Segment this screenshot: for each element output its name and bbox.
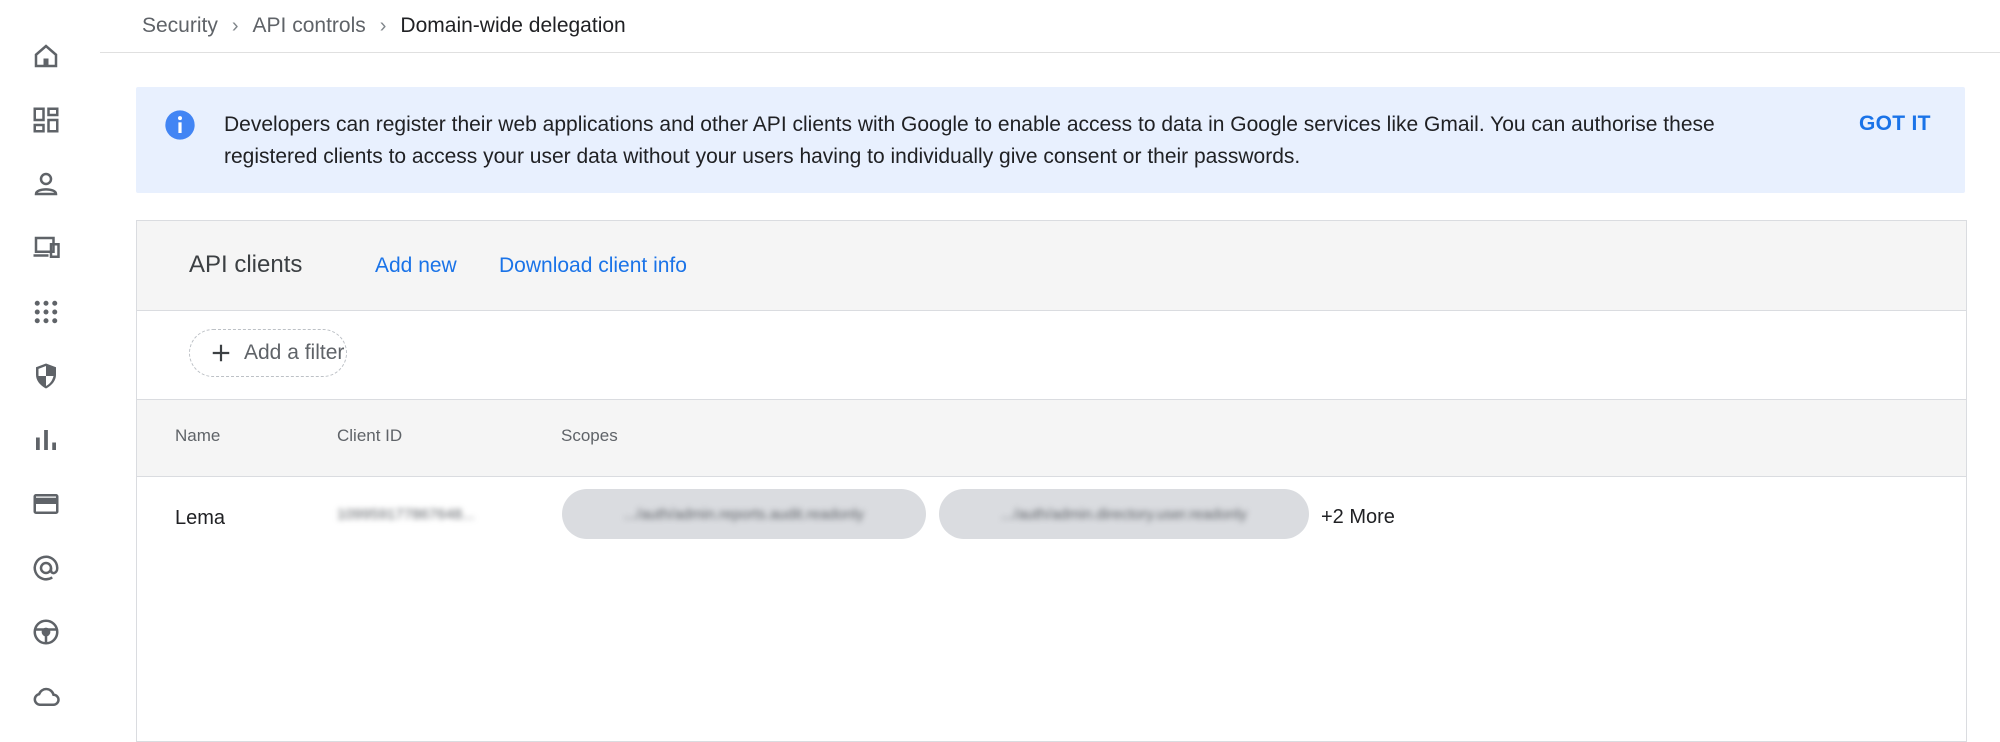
apps-grid-icon[interactable] bbox=[28, 294, 64, 330]
header-divider bbox=[100, 52, 2000, 53]
info-banner: Developers can register their web applic… bbox=[136, 87, 1965, 193]
download-client-info-link[interactable]: Download client info bbox=[499, 254, 687, 278]
chevron-right-icon: › bbox=[379, 14, 387, 37]
dashboard-icon[interactable] bbox=[28, 102, 64, 138]
client-name: Lema bbox=[175, 507, 226, 529]
reports-chart-icon[interactable] bbox=[28, 422, 64, 458]
breadcrumb-security[interactable]: Security bbox=[142, 14, 218, 38]
info-icon bbox=[165, 110, 195, 140]
scope-chip[interactable]: .../auth/admin.directory.user.readonly bbox=[939, 489, 1309, 539]
cloud-icon[interactable] bbox=[28, 678, 64, 714]
table-header: Name Client ID Scopes bbox=[137, 400, 1966, 477]
banner-line-1: Developers can register their web applic… bbox=[224, 113, 1715, 136]
scope-chip[interactable]: .../auth/admin.reports.audit.readonly bbox=[562, 489, 926, 539]
scope-chip-label: .../auth/admin.directory.user.readonly bbox=[1001, 505, 1247, 523]
column-header-scopes[interactable]: Scopes bbox=[561, 426, 618, 446]
breadcrumb: Security › API controls › Domain-wide de… bbox=[142, 12, 626, 40]
api-clients-title: API clients bbox=[189, 251, 303, 278]
user-icon[interactable] bbox=[28, 166, 64, 202]
plus-icon bbox=[212, 344, 230, 362]
more-scopes-link[interactable]: +2 More bbox=[1321, 506, 1395, 529]
filter-bar: Add a filter bbox=[137, 311, 1966, 400]
client-id-value: 109959177867648... bbox=[337, 506, 475, 523]
account-at-icon[interactable] bbox=[28, 550, 64, 586]
column-header-name[interactable]: Name bbox=[175, 426, 220, 446]
add-filter-label: Add a filter bbox=[244, 341, 345, 364]
rules-wheel-icon[interactable] bbox=[28, 614, 64, 650]
home-icon[interactable] bbox=[28, 38, 64, 74]
got-it-button[interactable]: GOT IT bbox=[1859, 112, 1931, 136]
add-filter-button[interactable]: Add a filter bbox=[189, 329, 347, 377]
api-clients-card: API clients Add new Download client info… bbox=[136, 220, 1967, 742]
table-row[interactable]: Lema 109959177867648... .../auth/admin.r… bbox=[137, 477, 1966, 557]
add-new-link[interactable]: Add new bbox=[375, 254, 457, 278]
scope-chip-label: .../auth/admin.reports.audit.readonly bbox=[623, 505, 865, 523]
breadcrumb-api-controls[interactable]: API controls bbox=[253, 14, 366, 38]
left-nav-rail bbox=[0, 0, 92, 730]
banner-message: Developers can register their web applic… bbox=[224, 109, 1944, 173]
api-clients-header: API clients Add new Download client info bbox=[137, 221, 1966, 311]
chevron-right-icon: › bbox=[231, 14, 239, 37]
devices-icon[interactable] bbox=[28, 230, 64, 266]
breadcrumb-current: Domain-wide delegation bbox=[400, 14, 626, 37]
banner-line-2: registered clients to access your user d… bbox=[224, 145, 1301, 168]
billing-card-icon[interactable] bbox=[28, 486, 64, 522]
column-header-client-id[interactable]: Client ID bbox=[337, 426, 402, 446]
shield-icon[interactable] bbox=[28, 358, 64, 394]
